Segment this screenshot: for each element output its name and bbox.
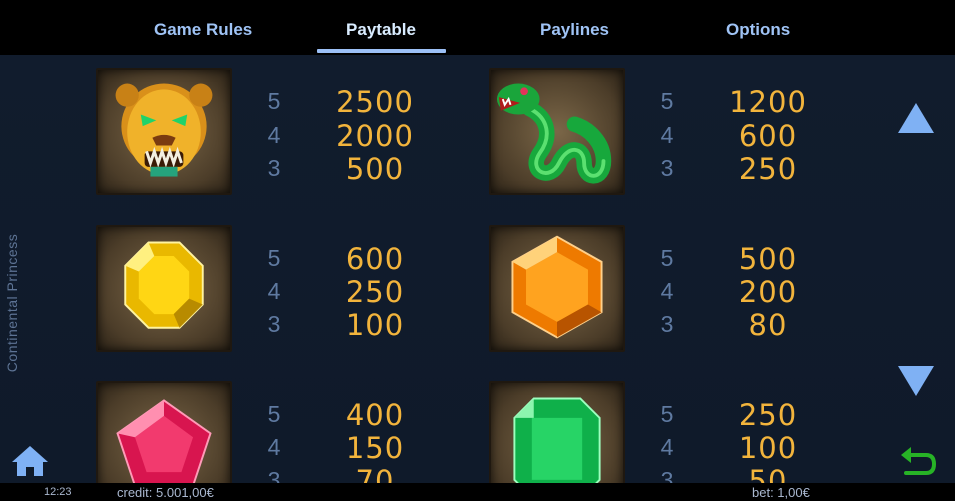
payout-value: 2000 xyxy=(336,119,414,153)
symbol-count: 5 xyxy=(660,245,674,271)
symbol-count: 4 xyxy=(267,122,281,148)
payout-value: 70 xyxy=(355,464,395,483)
clock-time: 12:23 xyxy=(44,486,72,498)
payout-value: 1200 xyxy=(729,85,807,119)
symbol-count: 5 xyxy=(660,401,674,427)
yellow-gem-icon xyxy=(96,225,232,352)
payout-value: 250 xyxy=(738,398,798,432)
symbol-count: 4 xyxy=(660,278,674,304)
tab-paylines[interactable]: Paylines xyxy=(540,20,609,44)
payout-value: 600 xyxy=(345,242,405,276)
tab-options[interactable]: Options xyxy=(726,20,790,44)
home-icon xyxy=(12,446,48,476)
symbol-count: 3 xyxy=(660,311,674,337)
payout-value: 100 xyxy=(345,308,405,342)
payout-value: 200 xyxy=(738,275,798,309)
payout-value: 250 xyxy=(738,152,798,186)
symbol-count: 3 xyxy=(660,467,674,483)
payout-value: 250 xyxy=(345,275,405,309)
orange-gem-icon xyxy=(489,225,625,352)
back-button[interactable] xyxy=(898,442,938,478)
triangle-down-icon xyxy=(898,366,934,396)
symbol-count: 3 xyxy=(267,311,281,337)
payout-value: 150 xyxy=(345,431,405,465)
symbol-count: 4 xyxy=(660,434,674,460)
payout-value: 50 xyxy=(748,464,788,483)
payout-value: 100 xyxy=(738,431,798,465)
symbol-count: 4 xyxy=(267,434,281,460)
symbol-count: 5 xyxy=(267,88,281,114)
tab-game-rules[interactable]: Game Rules xyxy=(154,20,252,44)
payout-value: 600 xyxy=(738,119,798,153)
symbol-count: 3 xyxy=(267,467,281,483)
paytable-panel[interactable]: Continental Princess 5 2500 4 2000 3 500 xyxy=(0,55,955,483)
top-tab-bar: Game Rules Paytable Paylines Options xyxy=(0,0,955,55)
symbol-count: 4 xyxy=(660,122,674,148)
triangle-up-icon xyxy=(898,103,934,133)
scroll-up-button[interactable] xyxy=(896,100,936,136)
red-gem-icon xyxy=(96,381,232,483)
scroll-down-button[interactable] xyxy=(896,363,936,399)
payout-value: 80 xyxy=(748,308,788,342)
tab-paytable[interactable]: Paytable xyxy=(340,20,422,44)
symbol-count: 3 xyxy=(267,155,281,181)
payout-value: 400 xyxy=(345,398,405,432)
symbol-count: 5 xyxy=(267,245,281,271)
payout-value: 2500 xyxy=(336,85,414,119)
symbol-count: 5 xyxy=(660,88,674,114)
symbol-count: 3 xyxy=(660,155,674,181)
status-bar: 12:23 credit: 5.001,00€ bet: 1,00€ xyxy=(0,483,955,501)
active-tab-indicator xyxy=(317,49,446,53)
game-title-vertical: Continental Princess xyxy=(4,233,20,373)
symbol-count: 5 xyxy=(267,401,281,427)
green-gem-icon xyxy=(489,381,625,483)
payout-value: 500 xyxy=(345,152,405,186)
return-arrow-icon xyxy=(901,447,937,475)
jaguar-mask-icon xyxy=(96,68,232,195)
symbol-count: 4 xyxy=(267,278,281,304)
payout-value: 500 xyxy=(738,242,798,276)
bet-display: bet: 1,00€ xyxy=(752,485,810,500)
home-button[interactable] xyxy=(10,444,50,478)
green-serpent-icon xyxy=(489,68,625,195)
credit-display: credit: 5.001,00€ xyxy=(117,485,214,500)
